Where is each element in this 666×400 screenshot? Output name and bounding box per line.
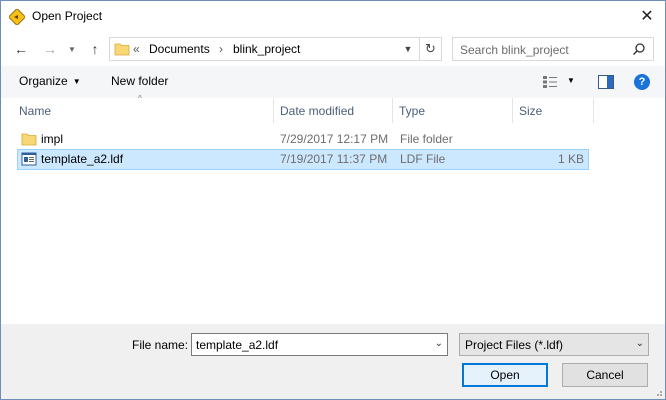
file-size: 1 KB xyxy=(557,152,584,166)
new-folder-label: New folder xyxy=(111,74,169,88)
address-segment-blink-project[interactable]: blink_project xyxy=(233,42,300,56)
address-overflow[interactable]: « xyxy=(133,42,140,56)
column-header-name[interactable]: Name xyxy=(13,98,274,123)
open-project-dialog: Open Project ✕ ← → ▼ ↑ « Documents › bli… xyxy=(0,0,666,400)
file-row-template-a2[interactable]: template_a2.ldf 7/19/2017 11:37 PM LDF F… xyxy=(17,149,589,170)
folder-icon xyxy=(21,133,37,146)
close-button[interactable]: ✕ xyxy=(637,6,657,26)
file-date: 7/29/2017 12:17 PM xyxy=(280,132,389,146)
up-button[interactable]: ↑ xyxy=(86,40,104,58)
column-header-row: ^ Name Date modified Type Size xyxy=(1,94,665,123)
chevron-down-icon: ▼ xyxy=(72,77,81,86)
forward-arrow-icon: → xyxy=(43,41,57,57)
view-dropdown-icon[interactable]: ▼ xyxy=(567,76,575,85)
title-bar: Open Project ✕ xyxy=(1,1,665,32)
column-header-date-modified[interactable]: Date modified xyxy=(274,98,393,123)
file-type-filter-select[interactable]: Project Files (*.ldf) ⌄ xyxy=(459,333,649,356)
file-type-filter-value: Project Files (*.ldf) xyxy=(465,338,564,352)
app-icon xyxy=(9,9,25,25)
close-icon: ✕ xyxy=(640,8,654,25)
chevron-down-icon: ▼ xyxy=(68,44,76,54)
address-bar[interactable]: « Documents › blink_project ▼ ↻ xyxy=(109,37,442,61)
search-input[interactable]: Search blink_project xyxy=(460,43,569,57)
file-name-value: template_a2.ldf xyxy=(196,338,279,352)
new-folder-button[interactable]: New folder xyxy=(111,74,168,88)
file-name-label: File name: xyxy=(132,338,189,352)
preview-pane-icon[interactable] xyxy=(598,75,614,89)
file-type: File folder xyxy=(400,132,453,146)
file-row-impl[interactable]: impl 7/29/2017 12:17 PM File folder xyxy=(17,129,589,150)
refresh-button[interactable]: ↻ xyxy=(419,38,441,60)
forward-button[interactable]: → xyxy=(41,40,59,58)
column-header-type[interactable]: Type xyxy=(393,98,513,123)
recent-locations-button[interactable]: ▼ xyxy=(63,40,81,58)
file-date: 7/19/2017 11:37 PM xyxy=(280,152,388,166)
address-dropdown-button[interactable]: ▼ xyxy=(399,38,417,60)
file-name-input[interactable]: template_a2.ldf ⌄ xyxy=(191,333,448,356)
file-list: ^ Name Date modified Type Size impl 7/29… xyxy=(1,94,665,324)
back-arrow-icon: ← xyxy=(14,41,28,57)
folder-icon xyxy=(114,43,130,56)
file-name: impl xyxy=(41,132,64,146)
search-icon xyxy=(632,43,645,56)
view-options-icon[interactable] xyxy=(542,75,558,89)
open-button[interactable]: Open xyxy=(462,363,548,387)
command-toolbar: Organize ▼ New folder ▼ ? xyxy=(1,66,665,98)
organize-label: Organize xyxy=(19,74,68,88)
refresh-icon: ↻ xyxy=(425,41,436,56)
file-type: LDF File xyxy=(400,152,446,166)
address-segment-documents[interactable]: Documents xyxy=(149,42,210,56)
search-box[interactable]: Search blink_project xyxy=(452,37,654,61)
ldf-file-icon xyxy=(21,152,37,166)
help-icon[interactable]: ? xyxy=(634,74,650,90)
dialog-footer: File name: template_a2.ldf ⌄ Project Fil… xyxy=(1,324,665,399)
resize-grip-icon[interactable] xyxy=(653,387,663,397)
column-header-size[interactable]: Size xyxy=(513,98,594,123)
chevron-down-icon: ▼ xyxy=(403,44,413,54)
up-arrow-icon: ↑ xyxy=(91,41,99,57)
navigation-bar: ← → ▼ ↑ « Documents › blink_project ▼ ↻ xyxy=(1,32,665,66)
back-button[interactable]: ← xyxy=(12,40,30,58)
cancel-button[interactable]: Cancel xyxy=(562,363,648,387)
chevron-down-icon[interactable]: ⌄ xyxy=(435,338,443,349)
chevron-down-icon: ⌄ xyxy=(635,338,644,349)
address-separator[interactable]: › xyxy=(219,42,223,56)
window-title: Open Project xyxy=(32,9,103,23)
file-name: template_a2.ldf xyxy=(41,152,124,166)
organize-button[interactable]: Organize ▼ xyxy=(19,74,81,88)
